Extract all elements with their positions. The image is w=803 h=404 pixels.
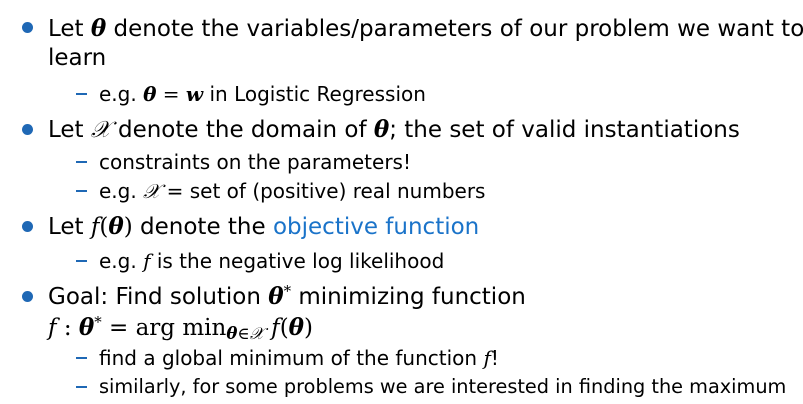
colon: : [56, 315, 79, 341]
text: Goal: Find solution [48, 284, 269, 310]
bullet-dot [22, 124, 33, 135]
w-symbol: w [185, 82, 204, 106]
objective-equation: f : θ* = arg minθ∈𝒳 f(θ) [48, 312, 313, 344]
bullet-2-line: Let 𝒳 denote the domain of θ; the set of… [48, 118, 740, 142]
element-of-symbol: ∈ [237, 324, 250, 344]
bullet-3-line: Let f(θ) denote the objective function [48, 215, 479, 239]
text: Let [48, 117, 91, 143]
text: minimizing function [291, 284, 526, 310]
star-superscript: * [283, 281, 292, 300]
text: e.g. [99, 82, 144, 106]
theta-symbol: θ [226, 323, 238, 344]
sub-bullet-dash [76, 260, 87, 262]
equals-sign: = [156, 82, 186, 106]
text: denote the [132, 214, 273, 240]
f-symbol: f [483, 346, 491, 370]
theta-symbol: θ [78, 314, 95, 341]
theta-symbol: θ [90, 15, 107, 42]
bullet-dot [22, 221, 33, 232]
bullet-3-sub-1: e.g. f is the negative log likelihood [99, 251, 444, 271]
bullet-2-sub-1: constraints on the parameters! [99, 150, 411, 174]
text: = set of (positive) real numbers [160, 179, 486, 203]
theta-symbol: θ [268, 283, 284, 310]
slide: Let θ denote the variables/parameters of… [0, 0, 803, 404]
domain-symbol: 𝒳 [143, 179, 161, 203]
text: denote the variables/parameters of our p… [106, 16, 803, 42]
sub-bullet-dash [76, 386, 87, 388]
bullet-dot [22, 291, 33, 302]
text: e.g. [99, 249, 144, 273]
theta-symbol: θ [288, 314, 305, 341]
text: ! [490, 346, 499, 370]
text: denote the domain of [110, 117, 374, 143]
argmin-operator: = arg min [101, 315, 227, 341]
bullet-2-sub-2: e.g. 𝒳 = set of (positive) real numbers [99, 181, 485, 201]
theta-symbol: θ [108, 213, 124, 240]
text: in Logistic Regression [203, 82, 426, 106]
paren: ) [123, 214, 133, 240]
theta-symbol: θ [373, 116, 390, 143]
star-superscript: * [94, 312, 102, 331]
domain-symbol: 𝒳 [249, 324, 264, 344]
bullet-4-line-1: Goal: Find solution θ* minimizing functi… [48, 281, 526, 310]
text: Let [48, 214, 91, 240]
paren: ( [279, 315, 289, 341]
text: Let [48, 16, 91, 42]
domain-symbol: 𝒳 [90, 117, 111, 143]
theta-symbol: θ [143, 82, 157, 106]
text: ; the set of valid instantiations [389, 117, 740, 143]
bullet-dot [22, 22, 33, 33]
text: e.g. [99, 179, 144, 203]
sub-bullet-dash [76, 190, 87, 192]
bullet-1-sub-1: e.g. θ = w in Logistic Regression [99, 84, 426, 104]
paren: ) [304, 315, 313, 341]
bullet-4-sub-1: find a global minimum of the function f! [99, 348, 499, 368]
text: find a global minimum of the function [99, 346, 484, 370]
bullet-4-sub-2: similarly, for some problems we are inte… [99, 375, 787, 398]
bullet-1-line-2: learn [48, 45, 107, 71]
sub-bullet-dash [76, 161, 87, 163]
text: is the negative log likelihood [150, 249, 445, 273]
f-symbol: f [263, 315, 280, 341]
bullet-1-line-1: Let θ denote the variables/parameters of… [48, 17, 803, 41]
f-symbol: f [48, 315, 57, 341]
sub-bullet-dash [76, 357, 87, 359]
sub-bullet-dash [76, 93, 87, 95]
objective-function-highlight: objective function [272, 214, 480, 240]
